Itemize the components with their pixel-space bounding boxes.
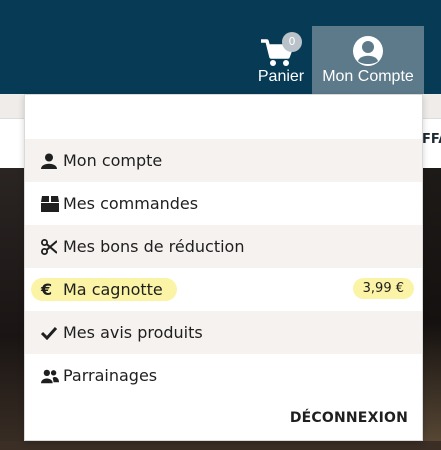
menu-item-label: Mes commandes [63, 194, 199, 213]
hero-image-edge-right [423, 168, 441, 450]
users-icon [41, 368, 59, 384]
euro-icon: € [41, 280, 53, 299]
menu-item-label: Parrainages [63, 366, 158, 385]
cagnotte-amount: 3,99 € [352, 278, 414, 299]
dropdown-spacer [25, 95, 422, 139]
user-circle-icon [353, 36, 383, 66]
nav-item-partial[interactable]: FFA [422, 132, 441, 147]
menu-item-label: Mes bons de réduction [63, 237, 245, 256]
hero-image-bottom [0, 441, 441, 450]
menu-item-label: Ma cagnotte [63, 280, 163, 299]
menu-item-label: Mon compte [63, 151, 163, 170]
menu-item-avis-produits[interactable]: Mes avis produits [25, 311, 422, 354]
scissors-icon [41, 238, 59, 255]
box-icon [41, 195, 59, 212]
user-icon [41, 153, 59, 169]
cart-count-badge: 0 [282, 32, 302, 52]
account-dropdown: Mon compte Mes commandes Mes bons de réd… [24, 94, 423, 441]
menu-item-label: Mes avis produits [63, 323, 203, 342]
menu-item-bons-reduction[interactable]: Mes bons de réduction [25, 225, 422, 268]
account-button[interactable]: Mon Compte [312, 26, 424, 94]
menu-item-cagnotte[interactable]: € Ma cagnotte 3,99 € [25, 268, 422, 311]
logout-link[interactable]: DÉCONNEXION [290, 410, 408, 426]
menu-item-mes-commandes[interactable]: Mes commandes [25, 182, 422, 225]
hero-image-edge-left [0, 168, 24, 450]
cart-label: Panier [257, 68, 305, 85]
check-icon [41, 325, 59, 341]
account-label: Mon Compte [322, 68, 414, 85]
menu-item-mon-compte[interactable]: Mon compte [25, 139, 422, 182]
cart-button[interactable]: 0 Panier [252, 30, 310, 94]
menu-item-parrainages[interactable]: Parrainages [25, 354, 422, 397]
